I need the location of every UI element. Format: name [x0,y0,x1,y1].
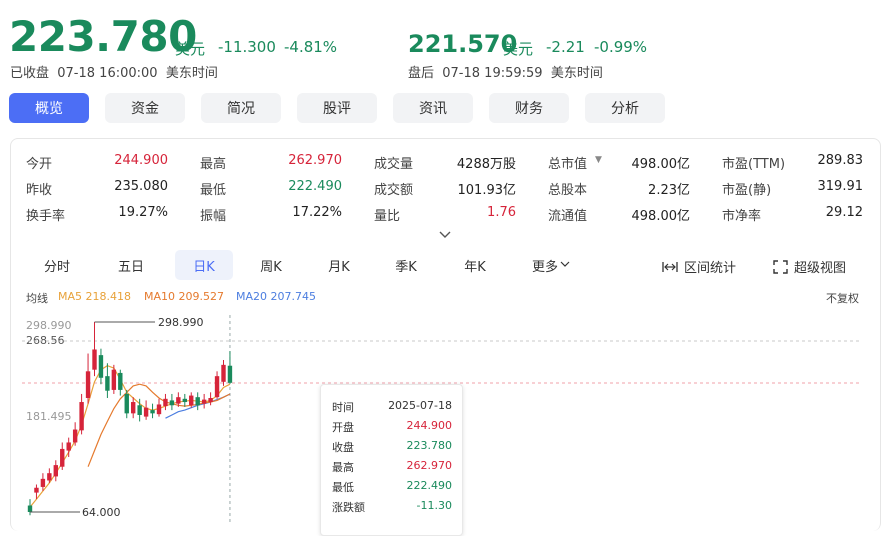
ma5-line [29,365,231,508]
candle-body [92,349,97,370]
candle-body [227,365,233,383]
tooltip-value: 262.970 [406,459,453,472]
candle-body [105,376,110,391]
max-marker-label: 298.990 [158,316,204,329]
candle-body [221,364,226,382]
candle-body [214,376,220,398]
candle-body [195,397,200,406]
tooltip-value: 223.780 [406,439,453,452]
candle-body [66,442,71,451]
tooltip-key: 收盘 [332,441,354,454]
min-marker-label: 64.000 [82,506,121,519]
tooltip-key: 开盘 [332,421,354,434]
candle-body [60,448,65,467]
candle-body [189,395,194,406]
tooltip-value: 2025-07-18 [388,399,452,412]
tooltip-value: 244.900 [406,419,453,432]
tooltip-key: 涨跌额 [332,501,365,514]
candle-body [72,429,78,443]
tooltip-key: 最低 [332,481,354,494]
ma10-line [87,383,231,467]
candle-body [176,397,181,404]
candle-body [124,393,129,414]
candle-body [156,404,162,415]
tooltip-value: -11.30 [416,499,452,512]
candle-body [118,372,123,390]
candle-body [169,400,175,406]
candle-body [34,487,39,493]
candle-body [79,402,84,431]
candle-body [150,410,155,414]
tooltip-value: 222.490 [406,479,453,492]
candle-body [53,465,58,477]
candle-tooltip: 时间 2025-07-18 开盘 244.900 收盘 223.780 最高 262.970 最… [320,384,463,536]
candle-body [201,399,207,404]
candle-body [143,407,149,417]
candle-body [111,369,117,390]
candle-body [131,402,136,414]
candle-body [137,405,142,415]
candle-body [47,473,52,481]
candle-body [98,355,104,378]
tooltip-key: 最高 [332,461,354,474]
candle-body [182,398,187,403]
candle-body [85,371,91,398]
tooltip-key: 时间 [332,401,354,414]
candle-body [27,505,33,512]
candle-body [208,397,213,403]
candle-body [40,478,46,487]
candle-body [163,398,168,407]
